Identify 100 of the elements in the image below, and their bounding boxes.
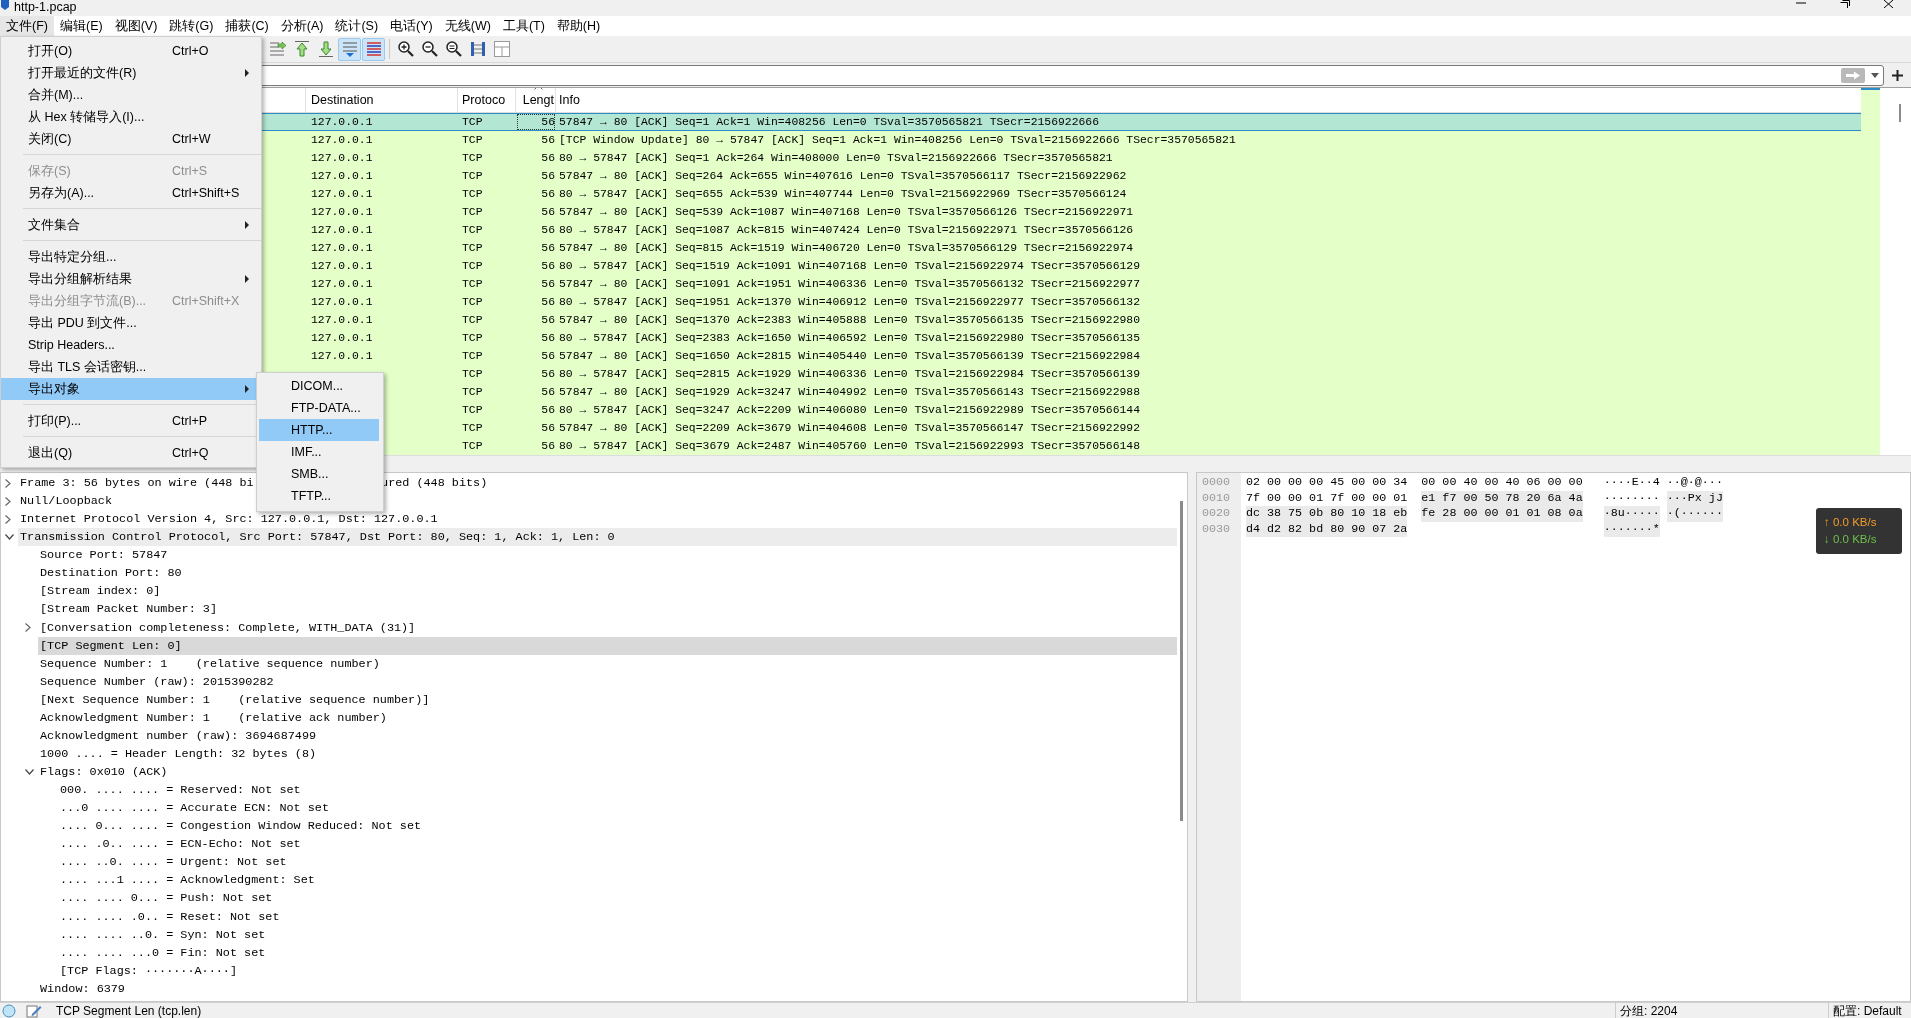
tree-item[interactable]: [TCP Flags: ·······A····] <box>58 961 237 980</box>
menu-bar-item[interactable]: 文件(F) <box>0 16 54 36</box>
tree-item[interactable]: [Conversation completeness: Complete, WITH_DATA (31)] <box>38 618 416 637</box>
autoscroll-button[interactable] <box>338 37 361 61</box>
shortcut-text: Ctrl+W <box>172 130 212 148</box>
table-cell-text: TCP <box>461 385 484 400</box>
table-cell-text: 56 <box>540 367 556 382</box>
menu-bar-item[interactable]: 工具(T) <box>496 16 551 36</box>
table-cell-text: 127.0.0.1 <box>310 331 374 346</box>
tree-item[interactable]: .... .... .0.. = Reset: Not set <box>58 907 280 926</box>
hex-bytes: dc 38 75 0b 80 10 18 eb <box>1246 506 1408 522</box>
table-cell-text: 56 <box>540 295 556 310</box>
tree-item[interactable]: .... .0.. .... = ECN-Echo: Not set <box>58 835 301 854</box>
menu-item[interactable]: 另存为(A)... Ctrl+Shift+S <box>1 182 261 204</box>
grid-icon <box>492 40 511 58</box>
table-cell-text: TCP <box>461 421 484 436</box>
table-cell-text: TCP <box>461 403 484 418</box>
table-cell-text: 127.0.0.1 <box>310 187 374 202</box>
packet-count: 分组: 2204 <box>1615 1001 1828 1018</box>
tree-item[interactable]: [Stream index: 0] <box>38 582 161 601</box>
tree-item[interactable]: .... .... ...0 = Fin: Not set <box>58 943 266 962</box>
table-cell-text: 56 <box>540 169 556 184</box>
table-cell: 56 <box>516 113 556 131</box>
table-cell-text: 56 <box>540 403 556 418</box>
submenu-item[interactable]: TFTP... <box>259 485 379 507</box>
table-cell-text: TCP <box>461 349 484 364</box>
column-header[interactable]: Destination <box>306 88 458 112</box>
table-cell-text: 56 <box>540 313 556 328</box>
menu-bar-item[interactable]: 无线(W) <box>438 16 497 36</box>
table-cell-text: TCP <box>461 367 484 382</box>
colored-lines-button[interactable] <box>362 37 385 61</box>
app-icon <box>0 0 10 10</box>
tree-item[interactable]: .... ..0. .... = Urgent: Not set <box>58 853 287 872</box>
menu-item[interactable]: 合并(M)... <box>1 84 261 106</box>
column-header[interactable]: Info <box>556 88 1861 112</box>
resize-columns-icon <box>468 40 487 58</box>
menu-bar-item[interactable]: 视图(V) <box>108 16 164 36</box>
tree-item[interactable]: .... .... ..0. = Syn: Not set <box>58 925 266 944</box>
hex-bytes: 02 00 00 00 45 00 00 34 <box>1246 475 1408 491</box>
tree-item[interactable]: [Next Sequence Number: 1 (relative sequence number)] <box>38 690 430 709</box>
ascii-text: ····E··4 <box>1603 475 1660 491</box>
tree-item[interactable]: ...0 .... .... = Accurate ECN: Not set <box>58 799 329 818</box>
tree-item[interactable]: .... .... 0... = Push: Not set <box>58 889 273 908</box>
tree-item[interactable]: [TCP Segment Len: 0] <box>38 636 1177 655</box>
table-cell-text: 56 <box>540 259 556 274</box>
table-cell-text: 127.0.0.1 <box>310 349 374 364</box>
table-cell-text: 57847 → 80 [ACK] Seq=2209 Ack=3679 Win=404608 Len=0 TSval=3570566147 TSecr=2156922992 <box>558 421 1142 436</box>
tree-item[interactable]: Source Port: 57847 <box>38 546 168 565</box>
tree-item[interactable]: [Stream Packet Number: 3] <box>38 600 217 619</box>
tree-item[interactable]: Transmission Control Protocol, Src Port: 57847, Dst Port: 80, Seq: 1, Ack: 1, Len: 0 <box>18 528 1177 547</box>
menu-item[interactable]: 打开最近的文件(R) <box>1 62 261 84</box>
table-cell-text: 80 → 57847 [ACK] Seq=2383 Ack=1650 Win=406592 Len=0 TSval=2156922980 TSecr=3570566135 <box>558 331 1142 346</box>
menu-bar-item[interactable]: 统计(S) <box>329 16 385 36</box>
menu-bar-item[interactable]: 分析(A) <box>274 16 330 36</box>
menu-bar-item[interactable]: 捕获(C) <box>219 16 275 36</box>
tree-item[interactable]: Window: 6379 <box>38 979 125 998</box>
table-cell-text: TCP <box>461 331 484 346</box>
tree-item[interactable]: Acknowledgment Number: 1 (relative ack number) <box>38 708 387 727</box>
table-cell-text: 56 <box>540 205 556 220</box>
menu-bar-item[interactable]: 电话(Y) <box>384 16 439 36</box>
column-header[interactable]: Lengt <box>516 88 556 112</box>
tree-item[interactable]: Acknowledgment number (raw): 3694687499 <box>38 726 317 745</box>
shortcut-text: Ctrl+Shift+S <box>172 184 241 202</box>
table-cell-text: 56 <box>540 277 556 292</box>
hex-bytes: 7f 00 00 01 7f 00 00 01 <box>1246 490 1408 506</box>
tree-item[interactable]: 000. .... .... = Reserved: Not set <box>58 781 301 800</box>
menu-bar-item[interactable]: 帮助(H) <box>550 16 607 36</box>
table-cell-text: 56 <box>540 421 556 436</box>
menu-bar-item[interactable]: 编辑(E) <box>53 16 109 36</box>
tree-item[interactable]: Null/Loopback <box>18 492 113 511</box>
table-cell-text: 57847 → 80 [ACK] Seq=1650 Ack=2815 Win=405440 Len=0 TSval=3570566139 TSecr=2156922984 <box>558 349 1142 364</box>
table-cell-text: TCP <box>461 259 484 274</box>
submenu-item[interactable]: SMB... <box>259 463 379 485</box>
add-filter-button[interactable] <box>1892 69 1903 81</box>
tree-item[interactable]: Frame 3: 56 bytes on wire (448 bi <box>18 474 254 493</box>
table-cell-text: 127.0.0.1 <box>310 133 374 148</box>
submenu-item[interactable]: HTTP... <box>259 419 379 441</box>
tree-item[interactable]: Flags: 0x010 (ACK) <box>38 763 168 782</box>
offset-label: 0010 <box>1201 490 1232 506</box>
column-header[interactable]: Protoco <box>458 88 516 112</box>
table-cell-text: 80 → 57847 [ACK] Seq=655 Ack=539 Win=407744 Len=0 TSval=2156922969 TSecr=3570566124 <box>558 187 1128 202</box>
tree-item[interactable]: Destination Port: 80 <box>38 564 182 583</box>
autoscroll-icon <box>340 40 359 58</box>
tree-item[interactable]: .... 0... .... = Congestion Window Reduced: Not set <box>58 817 422 836</box>
tree-item[interactable]: Sequence Number: 1 (relative sequence number) <box>38 654 380 673</box>
hex-bytes: e1 f7 00 50 78 20 6a 4a <box>1421 490 1583 506</box>
hex-bytes: 00 00 40 00 40 06 00 00 <box>1421 475 1583 491</box>
menu-item[interactable]: 打开(O) Ctrl+O <box>1 40 261 62</box>
table-cell-text: 127.0.0.1 <box>310 115 374 130</box>
table-cell-text: TCP <box>461 313 484 328</box>
tree-item[interactable]: Internet Protocol Version 4, Src: 127.0.0.1, Dst: 127.0.0.1 <box>18 510 438 529</box>
menu-item[interactable]: 关闭(C) Ctrl+W <box>1 128 261 150</box>
table-cell-text: 56 <box>540 187 556 202</box>
tree-item[interactable]: .... ...1 .... = Acknowledgment: Set <box>58 871 315 890</box>
menu-bar-item[interactable]: 跳转(G) <box>163 16 220 36</box>
tree-item[interactable]: 1000 .... = Header Length: 32 bytes (8) <box>38 744 317 763</box>
table-cell-text: 127.0.0.1 <box>310 313 374 328</box>
status-text: TCP Segment Len (tcp.len) <box>56 1002 203 1018</box>
table-cell-text: TCP <box>461 295 484 310</box>
tree-item[interactable]: Sequence Number (raw): 2015390282 <box>38 672 274 691</box>
